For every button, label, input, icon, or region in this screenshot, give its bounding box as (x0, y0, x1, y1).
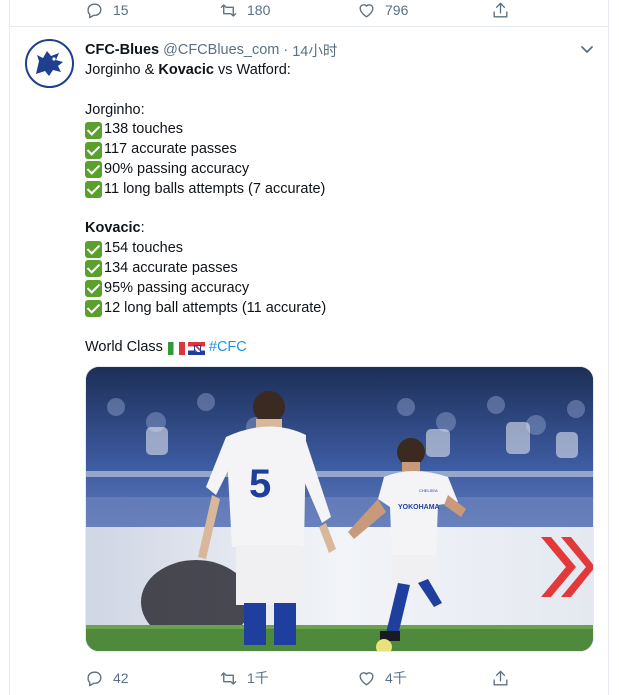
check-mark-icon (85, 260, 102, 278)
headline-suffix: vs Watford: (213, 62, 291, 78)
headline-text: Jorginho & (85, 62, 159, 78)
reply-button[interactable]: 42 (85, 668, 129, 688)
retweet-icon (220, 671, 237, 685)
croatia-flag-icon (187, 341, 205, 355)
reply-count: 42 (113, 670, 129, 686)
avatar[interactable] (25, 39, 74, 88)
tweet-photo[interactable]: 5 YOKOHAMA CHELSEA (85, 366, 594, 652)
stat-line: 12 long ball attempts (11 accurate) (85, 299, 595, 319)
retweet-button[interactable]: 180 (219, 0, 270, 20)
shirt-number: 5 (249, 462, 271, 506)
chevron-down-icon (581, 46, 593, 53)
retweet-count: 180 (247, 2, 271, 18)
tweet-text: Jorginho & Kovacic vs Watford: Jorginho:… (85, 61, 595, 358)
stat-line: 134 accurate passes (85, 259, 595, 279)
like-button[interactable]: 796 (357, 0, 408, 20)
tweet-header: CFC-Blues @CFCBlues_com · 14小时 (85, 40, 337, 60)
stat-text: 90% passing accuracy (104, 160, 250, 177)
reply-icon (87, 2, 102, 18)
kovacic-title-line: Kovacic: (85, 219, 595, 239)
kovacic-title: Kovacic (85, 220, 141, 237)
stat-text: 138 touches (104, 121, 184, 138)
sponsor-text: YOKOHAMA (398, 504, 440, 511)
closing-text: World Class (85, 339, 163, 356)
share-icon (493, 670, 508, 686)
retweet-count: 1千 (247, 670, 269, 686)
jorginho-title: Jorginho: (85, 101, 145, 118)
like-count: 796 (385, 2, 409, 18)
more-options-button[interactable] (578, 40, 596, 58)
like-count: 4千 (385, 670, 407, 686)
stat-line: 138 touches (85, 120, 595, 140)
previous-tweet-actions: 15 180 796 (10, 0, 608, 27)
lion-logo-icon (36, 51, 63, 76)
share-button[interactable] (491, 668, 510, 688)
stat-line: 90% passing accuracy (85, 160, 595, 180)
tweet-actions: 42 1千 4千 (85, 668, 508, 688)
headline: Jorginho & Kovacic vs Watford: (85, 61, 595, 81)
timeline: 15 180 796 CFC-Blues @CFCBlues_com · 14小… (9, 0, 609, 695)
hashtag-link[interactable]: #CFC (209, 338, 247, 358)
heart-icon (359, 3, 374, 18)
stat-line: 117 accurate passes (85, 140, 595, 160)
stat-text: 12 long ball attempts (11 accurate) (104, 299, 327, 316)
crest-text: CHELSEA (419, 488, 438, 493)
kovacic-colon: : (140, 220, 145, 237)
stat-text: 154 touches (104, 240, 184, 257)
tweet[interactable]: CFC-Blues @CFCBlues_com · 14小时 Jorginho … (10, 28, 608, 695)
share-icon (493, 2, 508, 18)
football-photo: 5 YOKOHAMA CHELSEA (86, 367, 593, 651)
retweet-icon (220, 3, 237, 17)
stat-text: 117 accurate passes (104, 141, 237, 158)
check-mark-icon (85, 121, 102, 139)
reply-count: 15 (113, 2, 129, 18)
heart-icon (359, 671, 374, 686)
header-separator: · (283, 42, 289, 58)
reply-button[interactable]: 15 (85, 0, 129, 20)
author-name[interactable]: CFC-Blues (85, 42, 159, 58)
like-button[interactable]: 4千 (357, 668, 407, 688)
tweet-timestamp[interactable]: 14小时 (292, 40, 337, 61)
check-mark-icon (85, 240, 102, 258)
stat-line: 11 long balls attempts (7 accurate) (85, 180, 595, 200)
check-mark-icon (85, 299, 102, 317)
retweet-button[interactable]: 1千 (219, 668, 269, 688)
stat-text: 134 accurate passes (104, 259, 238, 276)
italy-flag-icon (167, 341, 185, 355)
check-mark-icon (85, 181, 102, 199)
stat-line: 95% passing accuracy (85, 279, 595, 299)
share-button[interactable] (491, 0, 510, 20)
reply-icon (87, 670, 102, 686)
author-handle[interactable]: @CFCBlues_com (163, 42, 279, 58)
check-mark-icon (85, 280, 102, 298)
check-mark-icon (85, 141, 102, 159)
stat-text: 95% passing accuracy (104, 279, 250, 296)
stat-text: 11 long balls attempts (7 accurate) (104, 180, 326, 197)
closing-line: World Class #CFC (85, 338, 595, 358)
headline-name: Kovacic (158, 62, 214, 78)
check-mark-icon (85, 161, 102, 179)
stat-line: 154 touches (85, 239, 595, 259)
